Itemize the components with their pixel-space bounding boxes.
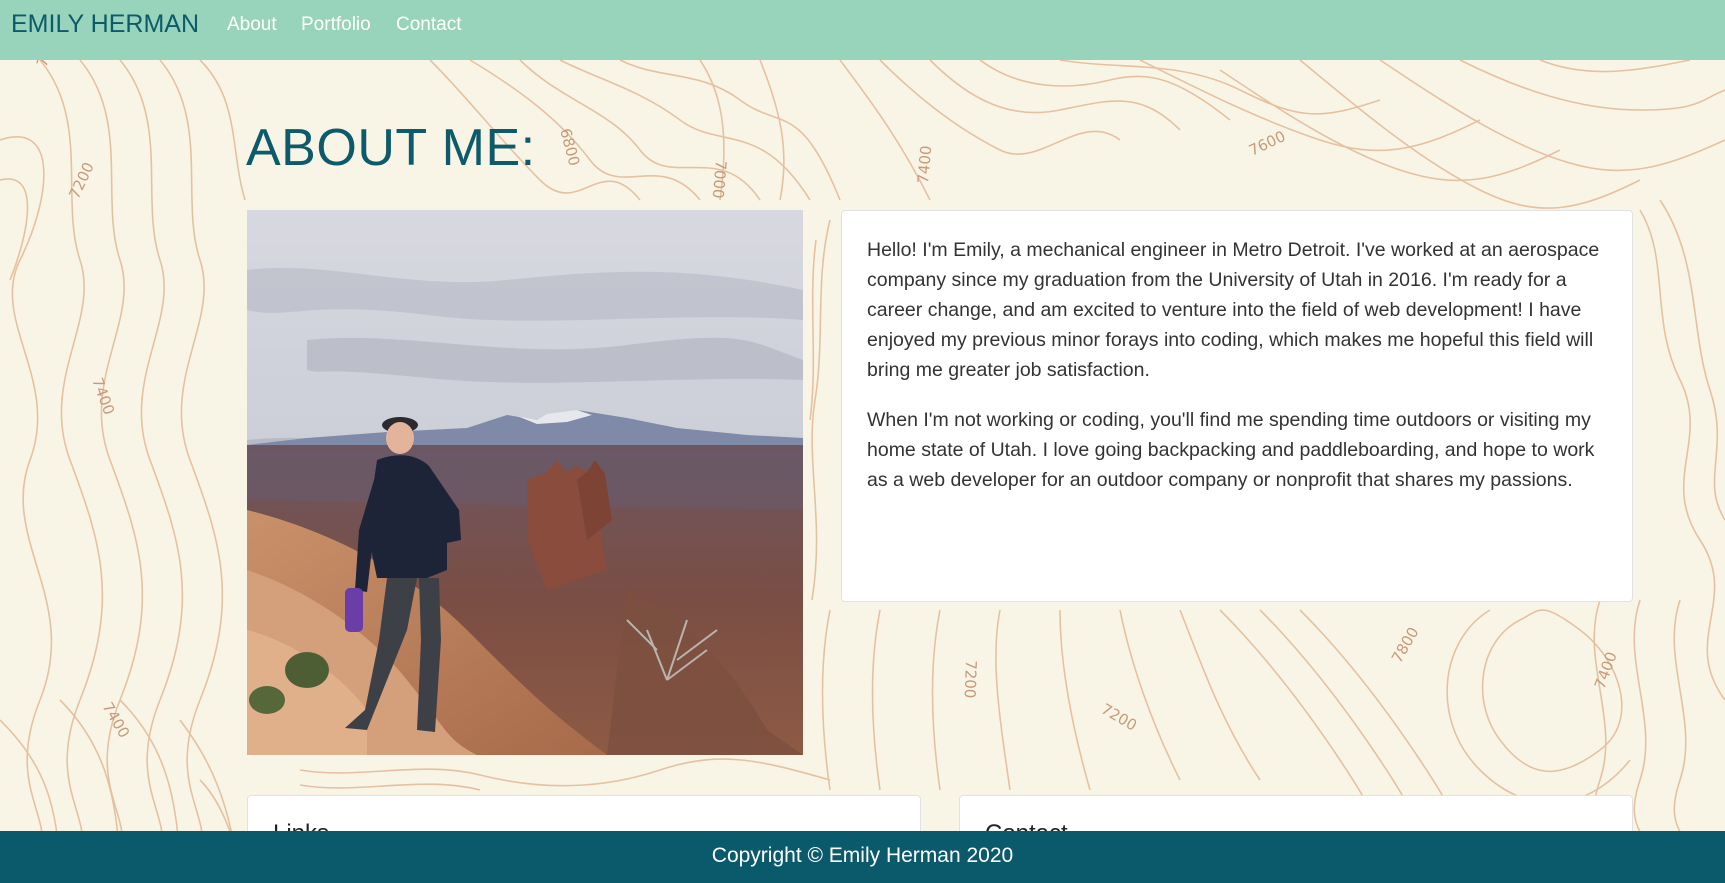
top-navbar: EMILY HERMAN About Portfolio Contact: [0, 0, 1725, 60]
contour-label: 7800: [1388, 624, 1423, 666]
about-paragraph-intro: Hello! I'm Emily, a mechanical engineer …: [867, 239, 1600, 381]
page-footer: Copyright © Emily Herman 2020: [0, 831, 1725, 883]
contour-label: 7200: [65, 159, 97, 201]
contour-label: 7400: [99, 699, 134, 741]
about-text-card: Hello! I'm Emily, a mechanical engineer …: [841, 210, 1633, 602]
contour-label: 7600: [1246, 127, 1288, 159]
contour-label: 7000: [709, 160, 730, 200]
page-title: ABOUT ME:: [246, 119, 536, 177]
nav-link-contact[interactable]: Contact: [396, 14, 461, 36]
nav-link-portfolio[interactable]: Portfolio: [301, 14, 371, 36]
profile-photo-image: [247, 210, 803, 755]
nav-link-about[interactable]: About: [227, 14, 277, 36]
contour-label: 7200: [1098, 700, 1140, 735]
profile-photo: [247, 210, 803, 755]
contour-label: 7200: [961, 660, 980, 699]
copyright-text: Copyright © Emily Herman 2020: [711, 844, 1014, 867]
brand-logo-link[interactable]: EMILY HERMAN: [11, 10, 199, 39]
about-paragraph-hobbies: When I'm not working or coding, you'll f…: [867, 409, 1595, 491]
contour-label: 7400: [914, 145, 935, 185]
contour-label: 7400: [88, 375, 118, 417]
contour-label: 6800: [556, 126, 583, 168]
